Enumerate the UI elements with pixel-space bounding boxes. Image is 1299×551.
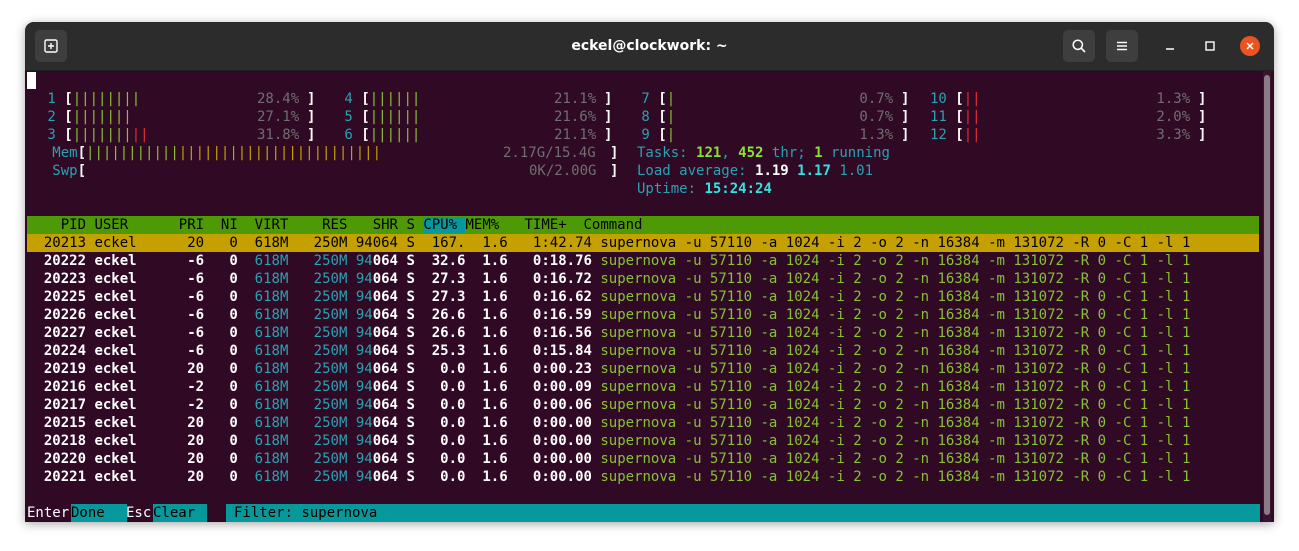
cpu-meter-11-percent: 2.0%: [1156, 109, 1191, 125]
table-row[interactable]: 20220 eckel 20 0 618M 250M 94064 S 0.0 1…: [27, 450, 1191, 468]
filter-input[interactable]: Filter: supernova: [234, 504, 378, 522]
tasks-summary: Tasks: 121, 452 thr; 1 running: [637, 145, 890, 161]
table-row[interactable]: 20226 eckel -6 0 618M 250M 94064 S 26.6 …: [27, 306, 1191, 324]
cpu-meter-4: 4 [||||||: [336, 91, 421, 107]
table-row[interactable]: 20213 eckel 20 0 618M 250M 94064 S 167. …: [27, 234, 1191, 252]
cpu-meter-7-percent: 0.7%: [859, 91, 894, 107]
table-row[interactable]: 20227 eckel -6 0 618M 250M 94064 S 26.6 …: [27, 324, 1191, 342]
clear-button[interactable]: Clear: [153, 504, 207, 522]
esc-key[interactable]: Esc: [126, 504, 151, 522]
table-row[interactable]: 20224 eckel -6 0 618M 250M 94064 S 25.3 …: [27, 342, 1191, 360]
cpu-meter-5-percent: 21.6%: [554, 109, 597, 125]
table-row[interactable]: 20216 eckel -2 0 618M 250M 94064 S 0.0 1…: [27, 378, 1191, 396]
minimize-icon: [1166, 48, 1174, 50]
cpu-meter-6: 6 [||||||: [336, 127, 421, 143]
filter-label: Filter:: [234, 505, 294, 521]
cpu-meter-1-percent: 28.4%: [257, 91, 300, 107]
close-button[interactable]: [1238, 34, 1262, 58]
cpu-meter-2: 2 [|||||||: [39, 109, 132, 125]
filter-bar[interactable]: [226, 504, 1260, 522]
scrollbar-thumb[interactable]: [1264, 75, 1270, 515]
filter-value: supernova: [301, 505, 378, 521]
cpu-meter-6-percent: 21.1%: [554, 127, 597, 143]
load-average: Load average: 1.19 1.17 1.01: [637, 163, 874, 179]
table-row[interactable]: 20222 eckel -6 0 618M 250M 94064 S 32.6 …: [27, 252, 1191, 270]
cpu-meter-2-percent: 27.1%: [257, 109, 300, 125]
menu-button[interactable]: [1106, 30, 1138, 62]
cpu-meter-9: 9 [|: [633, 127, 676, 143]
terminal-area[interactable]: 1 [|||||||| 28.4%] 2 [||||||| 27.1%] 3 [||…: [25, 71, 1274, 522]
search-button[interactable]: [1063, 30, 1095, 62]
terminal-window: eckel@clockwork: ~ 1 [|||||||| 28.4%] 2…: [25, 22, 1274, 522]
cpu-meter-12: 12 [||: [930, 127, 981, 143]
table-row[interactable]: 20215 eckel 20 0 618M 250M 94064 S 0.0 1…: [27, 414, 1191, 432]
cpu-meter-10: 10 [||: [930, 91, 981, 107]
table-row[interactable]: 20218 eckel 20 0 618M 250M 94064 S 0.0 1…: [27, 432, 1191, 450]
cpu-meter-12-percent: 3.3%: [1156, 127, 1191, 143]
cpu-meter-7: 7 [|: [633, 91, 676, 107]
process-table-header-labels[interactable]: PID USER PRI NI VIRT RES SHR S CPU% MEM%…: [27, 216, 642, 234]
table-row[interactable]: 20223 eckel -6 0 618M 250M 94064 S 27.3 …: [27, 270, 1191, 288]
done-button[interactable]: Done: [71, 504, 127, 522]
cpu-meter-8-percent: 0.7%: [859, 109, 894, 125]
cpu-meter-11: 11 [||: [930, 109, 981, 125]
uptime: Uptime: 15:24:24: [637, 181, 772, 197]
swap-meter: Swp[: [52, 163, 87, 179]
cpu-meter-9-percent: 1.3%: [859, 127, 894, 143]
maximize-icon: [1205, 41, 1215, 51]
table-row[interactable]: 20219 eckel 20 0 618M 250M 94064 S 0.0 1…: [27, 360, 1191, 378]
enter-key[interactable]: Enter: [27, 504, 69, 522]
maximize-button[interactable]: [1198, 34, 1222, 58]
cpu-meter-5: 5 [||||||: [336, 109, 421, 125]
swap-value: 0K/2.00G: [529, 163, 597, 179]
mem-meter: Mem[|||||||||||||||||||||||||||||||||||: [52, 145, 382, 161]
table-row[interactable]: 20221 eckel 20 0 618M 250M 94064 S 0.0 1…: [27, 468, 1191, 486]
cpu-meter-8: 8 [|: [633, 109, 676, 125]
cpu-meter-1: 1 [||||||||: [39, 91, 141, 107]
hamburger-menu-icon: [1117, 41, 1127, 51]
cpu-meter-4-percent: 21.1%: [554, 91, 597, 107]
minimize-button[interactable]: [1158, 34, 1182, 58]
cpu-meter-3-percent: 31.8%: [257, 127, 300, 143]
cpu-meter-3: 3 [|||||||||: [39, 127, 149, 143]
text-cursor: [27, 72, 36, 89]
table-row[interactable]: 20225 eckel -6 0 618M 250M 94064 S 27.3 …: [27, 288, 1191, 306]
mem-value: 2.17G/15.4G: [503, 145, 596, 161]
cpu-meter-10-percent: 1.3%: [1156, 91, 1191, 107]
table-row[interactable]: 20217 eckel -2 0 618M 250M 94064 S 0.0 1…: [27, 396, 1191, 414]
title-bar: eckel@clockwork: ~: [25, 22, 1274, 71]
search-icon: [1072, 39, 1086, 53]
column-cpu-sort[interactable]: CPU%: [423, 217, 466, 233]
close-icon: [1246, 42, 1254, 50]
